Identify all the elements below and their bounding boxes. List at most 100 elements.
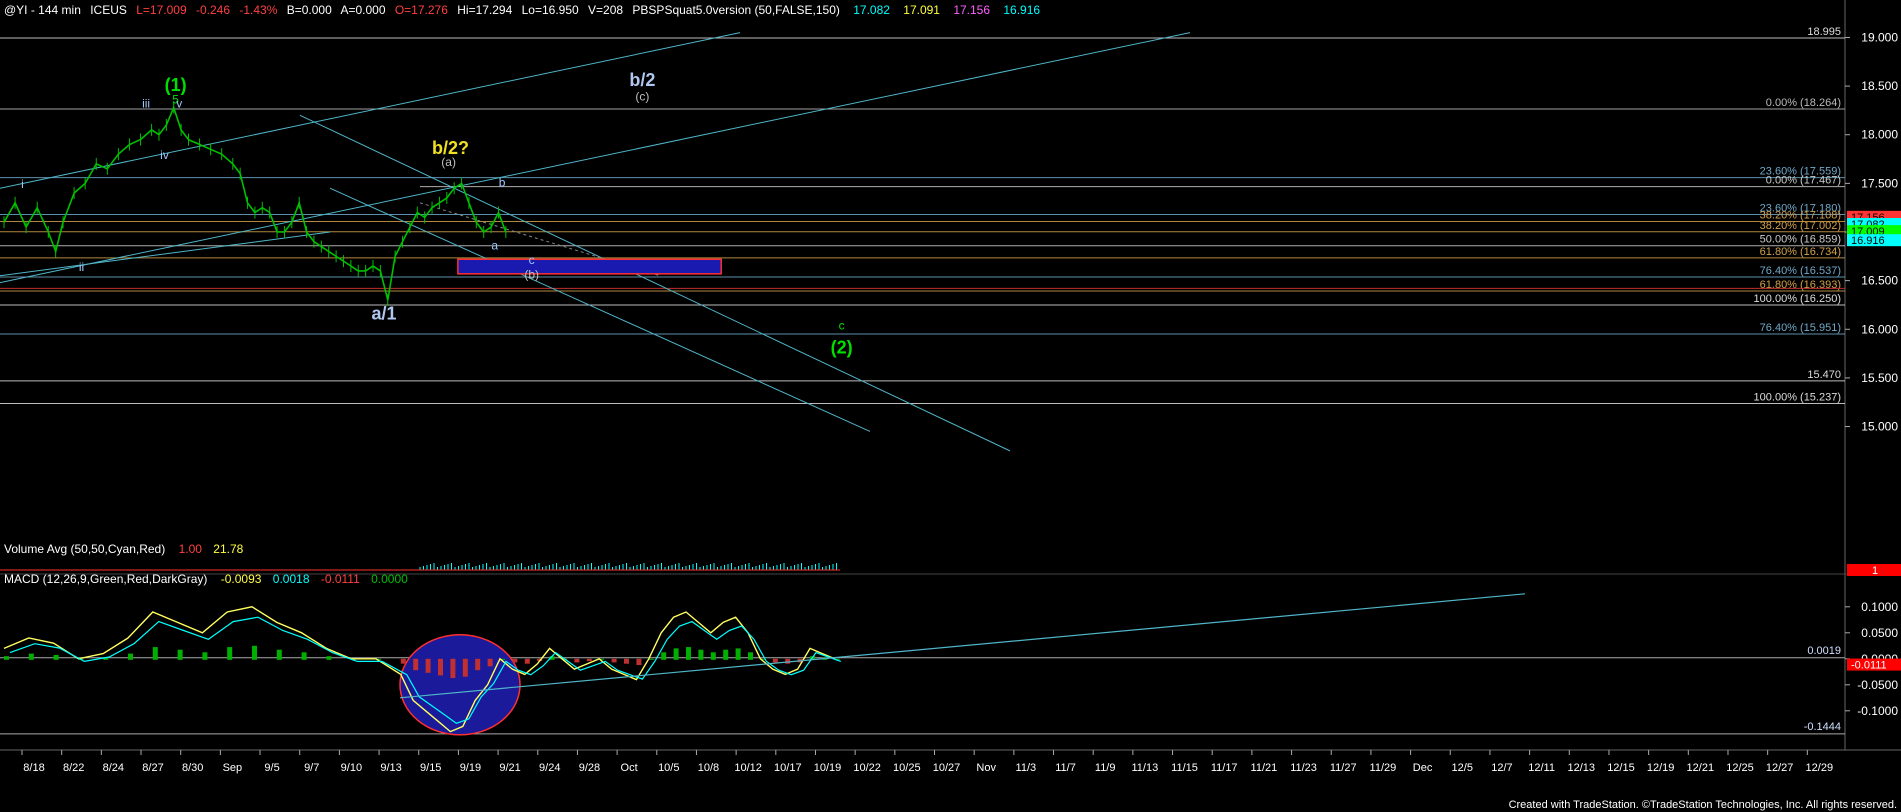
macd-hist-bar: [438, 658, 443, 676]
wave-label: v: [176, 96, 182, 110]
macd-hist-bar: [574, 658, 580, 663]
macd-hist-bar: [611, 658, 617, 663]
x-tick-label: 9/21: [499, 762, 520, 774]
x-tick-label: 12/19: [1647, 762, 1675, 774]
x-tick-label: 9/13: [380, 762, 401, 774]
header-exchange: ICEUS: [90, 3, 127, 17]
macd-highlight: [399, 634, 521, 736]
macd-hist-bar: [673, 648, 679, 660]
x-tick-label: 10/17: [774, 762, 802, 774]
x-tick-label: Dec: [1413, 762, 1433, 774]
macd-hist-bar: [748, 652, 753, 660]
macd-tag-label: -0.0111: [1851, 660, 1887, 672]
x-tick-label: 11/3: [1016, 762, 1037, 774]
x-tick-label: 11/9: [1095, 762, 1116, 774]
x-tick-label: 8/27: [142, 762, 163, 774]
footer-credit: Created with TradeStation. ©TradeStation…: [1509, 799, 1897, 811]
macd-hist-bar: [177, 649, 183, 660]
macd-hist-bar: [636, 658, 642, 665]
x-tick-label: 11/7: [1055, 762, 1076, 774]
y-tick-label: 15.500: [1861, 371, 1898, 385]
macd-hist-bar: [53, 654, 59, 660]
fib-label: 61.80% (16.393): [1760, 279, 1841, 291]
header-symbol: @YI - 144 min: [4, 3, 81, 17]
macd-value-4: 0.0000: [371, 572, 408, 586]
macd-title: MACD (12,26,9,Green,Red,DarkGray): [4, 572, 207, 586]
volume-title: Volume Avg (50,50,Cyan,Red): [4, 542, 165, 556]
wave-label: (2): [831, 338, 853, 358]
macd-hist-bar: [425, 658, 431, 673]
header-ask: A=0.000: [340, 3, 385, 17]
fib-label: 0.00% (18.264): [1766, 97, 1841, 109]
fib-label: 0.00% (17.467): [1766, 175, 1841, 187]
fib-label: 38.20% (17.002): [1760, 220, 1841, 232]
x-tick-label: 8/30: [182, 762, 203, 774]
macd-hist-bar: [686, 647, 691, 660]
x-tick-label: 10/19: [814, 762, 842, 774]
header-value-4: 16.916: [1003, 3, 1040, 17]
x-tick-label: 12/29: [1806, 762, 1834, 774]
volume-value-1: 1.00: [179, 542, 203, 556]
macd-hist-bar: [450, 658, 456, 678]
macd-hist-bar: [487, 658, 493, 667]
price-tags: 17.15617.08217.00916.916: [1847, 210, 1901, 247]
fib-label: 50.00% (16.859): [1760, 234, 1841, 246]
wave-label: a: [491, 239, 498, 253]
wave-label: iv: [160, 148, 169, 162]
macd-y-tick-label: 0.1000: [1861, 600, 1898, 614]
x-tick-label: 9/15: [420, 762, 441, 774]
fib-label: 76.40% (15.951): [1760, 322, 1841, 334]
x-tick-label: 10/5: [658, 762, 679, 774]
x-tick-label: 11/27: [1330, 762, 1357, 774]
header-open: O=17.276: [395, 3, 448, 17]
y-tick-label: 18.500: [1861, 79, 1898, 93]
macd-hist-bar: [661, 652, 667, 660]
macd-hist-bar: [301, 652, 307, 660]
x-tick-label: Nov: [976, 762, 996, 774]
y-tick-label: 18.000: [1861, 128, 1898, 142]
macd-hist-bar: [735, 648, 741, 660]
header-change: -0.246: [196, 3, 230, 17]
fib-label: 18.995: [1807, 26, 1841, 38]
macd-hist-bar: [202, 652, 208, 660]
wave-label: b/2: [629, 70, 655, 90]
macd-hist-bar: [710, 652, 716, 660]
fib-label: 100.00% (15.237): [1754, 391, 1841, 403]
macd-hist-bar: [276, 649, 282, 660]
header-value-1: 17.082: [853, 3, 890, 17]
macd-value-2: 0.0018: [273, 572, 310, 586]
macd-annotation: 0.0019: [1807, 645, 1841, 657]
macd-hist-bar: [152, 647, 158, 660]
macd-value-3: -0.0111: [321, 572, 360, 586]
wave-label: c: [529, 253, 535, 267]
macd-annotation: -0.1444: [1804, 721, 1841, 733]
x-tick-label: 10/27: [933, 762, 961, 774]
macd-hist-bar: [475, 658, 481, 671]
x-tick-label: Oct: [621, 762, 638, 774]
x-tick-label: 8/18: [23, 762, 44, 774]
macd-hist-bar: [723, 649, 729, 660]
header-last: L=17.009: [136, 3, 187, 17]
header-bid: B=0.000: [287, 3, 332, 17]
wave-label: iii: [142, 96, 150, 110]
wave-label: a/1: [372, 304, 397, 324]
header-volume: V=208: [588, 3, 623, 17]
macd-hist-bar: [772, 658, 778, 663]
header-change-pct: -1.43%: [239, 3, 277, 17]
x-tick-label: 12/21: [1687, 762, 1715, 774]
macd-y-tick-label: -0.0500: [1857, 678, 1898, 692]
fib-label: 61.80% (16.734): [1760, 246, 1841, 258]
x-tick-label: Sep: [223, 762, 243, 774]
x-tick-label: 10/25: [893, 762, 921, 774]
x-tick-label: 10/12: [734, 762, 762, 774]
x-tick-label: 12/25: [1726, 762, 1754, 774]
target-zone: [457, 258, 722, 275]
macd-hist-bar: [227, 647, 233, 660]
x-tick-label: 9/19: [460, 762, 481, 774]
x-tick-label: 11/29: [1370, 762, 1397, 774]
x-tick-label: 8/24: [103, 762, 124, 774]
x-tick-label: 9/5: [264, 762, 279, 774]
macd-value-1: -0.0093: [221, 572, 262, 586]
x-tick-label: 9/10: [341, 762, 362, 774]
y-tick-label: 16.000: [1861, 322, 1898, 336]
